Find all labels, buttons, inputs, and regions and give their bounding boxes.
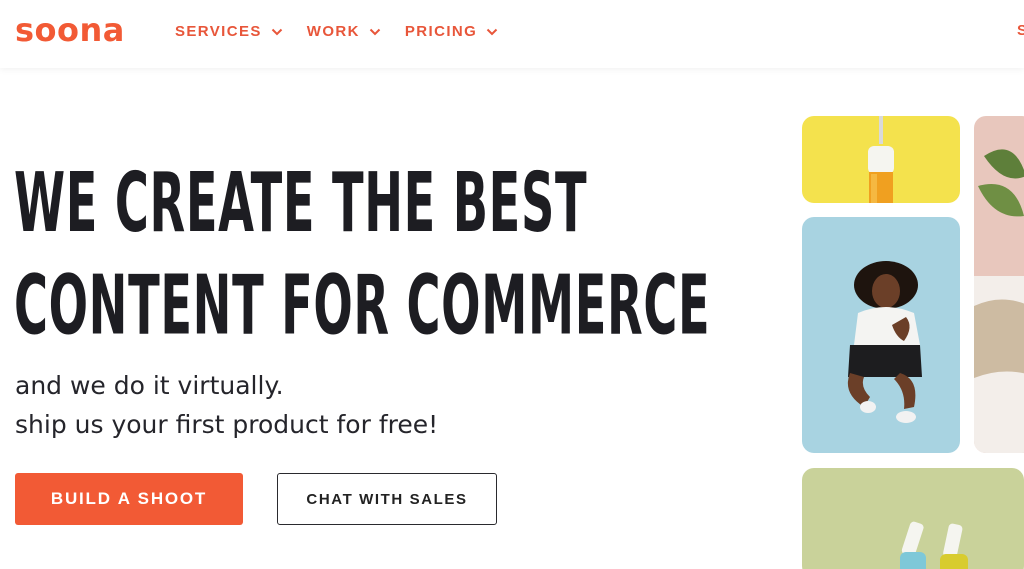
product-image-serum xyxy=(802,116,960,203)
hero-headline: WE CREATE THE BEST CONTENT FOR COMMERCE xyxy=(14,152,711,358)
nav-pricing[interactable]: PRICING xyxy=(405,22,498,42)
subtitle-line-2: ship us your first product for free! xyxy=(15,410,439,439)
product-image-nail-polish xyxy=(802,468,1024,569)
nav-work[interactable]: WORK xyxy=(307,22,381,42)
nav-services-label: SERVICES xyxy=(175,23,262,40)
product-image-model xyxy=(802,217,960,453)
chevron-down-icon xyxy=(486,28,498,36)
nav-pricing-label: PRICING xyxy=(404,23,478,40)
plant-illustration xyxy=(974,149,1024,453)
hero-subtitle: and we do it virtually. ship us your fir… xyxy=(15,366,438,444)
build-a-shoot-button[interactable]: BUILD A SHOOT xyxy=(15,473,243,525)
product-image-plant xyxy=(974,116,1024,453)
chevron-down-icon xyxy=(369,28,381,36)
nav-services[interactable]: SERVICES xyxy=(175,22,283,42)
nav-work-label: WORK xyxy=(306,23,360,40)
subtitle-line-1: and we do it virtually. xyxy=(15,371,284,400)
soona-logo[interactable]: soona xyxy=(15,10,125,50)
model-illustration xyxy=(847,261,922,423)
chevron-down-icon xyxy=(271,28,283,36)
nav-item-cut-off[interactable]: S xyxy=(1017,22,1024,39)
headline-line-2: CONTENT FOR COMMERCE xyxy=(14,259,711,354)
chat-with-sales-button[interactable]: CHAT WITH SALES xyxy=(277,473,497,525)
headline-line-1: WE CREATE THE BEST xyxy=(14,156,588,251)
site-header: soona SERVICES WORK PRICING S xyxy=(0,0,1024,68)
serum-bottle-illustration xyxy=(868,116,894,203)
nail-polish-illustration xyxy=(900,521,968,569)
main-nav: SERVICES WORK PRICING xyxy=(175,22,498,42)
